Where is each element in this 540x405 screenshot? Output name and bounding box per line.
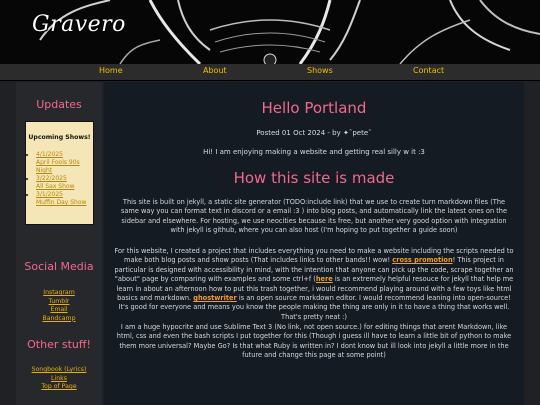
upcoming-shows-title: Upcoming Shows! bbox=[28, 134, 91, 141]
section-heading: How this site is made bbox=[233, 169, 395, 187]
top-of-page-link[interactable]: Top of Page bbox=[16, 383, 102, 392]
post-meta: Posted 01 Oct 2024 - by ✦ˆpete˜ bbox=[104, 129, 524, 137]
sidebar: Updates Upcoming Shows! 4/1/2025April Fo… bbox=[16, 82, 102, 405]
show-item: 4/1/2025April Fools 90s Night bbox=[36, 151, 93, 175]
show-link[interactable]: 4/1/2025 April Fools 90s Night bbox=[36, 151, 80, 174]
instagram-link[interactable]: Instagram bbox=[16, 289, 102, 298]
paragraph-2: For this website, I created a project th… bbox=[114, 247, 514, 321]
post-intro: Hi! I am enjoying making a website and g… bbox=[203, 148, 425, 156]
post-author: ✦ˆpete˜ bbox=[343, 129, 372, 137]
updates-heading: Updates bbox=[36, 98, 82, 111]
links-link[interactable]: Links bbox=[16, 375, 102, 384]
post-date: Posted 01 Oct 2024 - by bbox=[256, 129, 343, 137]
paragraph-1: This site is built on jekyll, a static s… bbox=[120, 198, 508, 235]
site-logo[interactable]: Gravero bbox=[32, 12, 126, 37]
upcoming-shows-box: Upcoming Shows! 4/1/2025April Fools 90s … bbox=[25, 121, 94, 225]
ghostwriter-link[interactable]: ghostwriter bbox=[193, 294, 237, 302]
show-link[interactable]: 3/22/2025 All Sax Show bbox=[36, 175, 74, 190]
nav-shows[interactable]: Shows bbox=[307, 66, 333, 75]
nav-about[interactable]: About bbox=[203, 66, 227, 75]
nav-contact[interactable]: Contact bbox=[413, 66, 444, 75]
top-nav: Home About Shows Contact bbox=[0, 64, 540, 81]
songbook-link[interactable]: Songbook (Lyrics) bbox=[16, 366, 102, 375]
show-item: 3/22/2025All Sax Show bbox=[36, 175, 93, 191]
post-title: Hello Portland bbox=[261, 99, 367, 117]
social-links: Instagram Tumblr Email Bandcamp bbox=[16, 289, 102, 323]
nav-home[interactable]: Home bbox=[99, 66, 123, 75]
tumblr-link[interactable]: Tumblr bbox=[16, 298, 102, 307]
other-links: Songbook (Lyrics) Links Top of Page bbox=[16, 366, 102, 392]
email-link[interactable]: Email bbox=[16, 306, 102, 315]
here-link[interactable]: here bbox=[316, 275, 333, 283]
cross-promotion-link[interactable]: cross promotion bbox=[392, 256, 452, 264]
bandcamp-link[interactable]: Bandcamp bbox=[16, 315, 102, 324]
social-media-heading: Social Media bbox=[24, 260, 94, 273]
show-link[interactable]: 3/1/2025 Muffin Day Show bbox=[36, 191, 86, 206]
shows-list: 4/1/2025April Fools 90s Night 3/22/2025A… bbox=[26, 151, 93, 207]
other-stuff-heading: Other stuff! bbox=[27, 338, 91, 351]
show-item: 3/1/2025Muffin Day Show bbox=[36, 191, 93, 207]
post-content: Hello Portland Posted 01 Oct 2024 - by ✦… bbox=[104, 82, 524, 405]
paragraph-3: I am a huge hypocrite and use Sublime Te… bbox=[116, 323, 512, 360]
header-banner: Gravero bbox=[0, 0, 540, 64]
